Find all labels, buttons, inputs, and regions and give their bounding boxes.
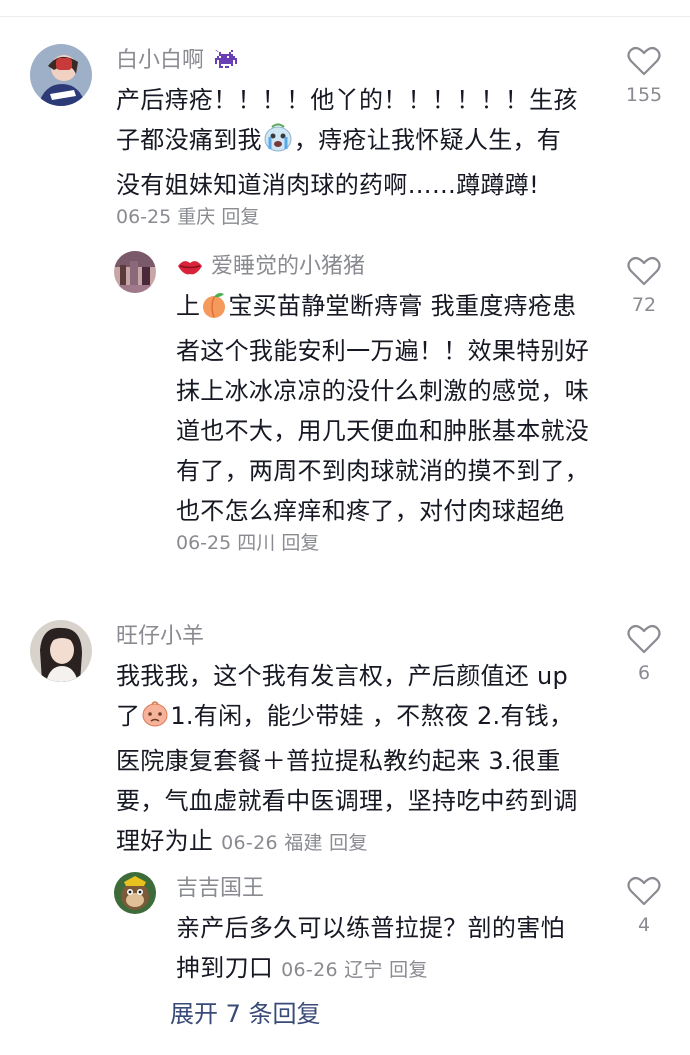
comment-line: 要，气血虚就看中医调理，坚持吃中药到调 xyxy=(116,787,578,815)
lips-icon xyxy=(176,256,204,287)
username[interactable]: 吉吉国王 xyxy=(176,874,264,904)
comment-text: 我我我，这个我有发言权，产后颜值还 up 了 1.有闲，能少带娃 ，不熬夜 2.有… xyxy=(116,656,606,863)
top-divider xyxy=(0,16,690,17)
comment-meta: 06-26 福建 回复 xyxy=(221,832,368,854)
like-count: 72 xyxy=(631,294,657,316)
reply-button[interactable]: 回复 xyxy=(221,206,259,228)
username-text[interactable]: 爱睡觉的小猪猪 xyxy=(211,254,365,279)
heart-outline-icon[interactable] xyxy=(627,624,661,654)
peach-icon xyxy=(200,291,228,331)
like-count: 155 xyxy=(625,84,663,106)
comment-date: 06-26 xyxy=(281,959,338,981)
like-button[interactable]: 72 xyxy=(614,256,674,318)
like-button[interactable]: 6 xyxy=(614,624,674,686)
comment-date: 06-25 xyxy=(176,532,232,554)
comment-fragment: 1.有闲，能少带娃 ，不熬夜 2.有钱， xyxy=(170,702,574,730)
comment-line: 者这个我能安利一万遍！！效果特别好 xyxy=(176,337,590,365)
comment-text: 亲产后多久可以练普拉提？剖的害怕 抻到刀口 06-26 辽宁 回复 xyxy=(176,908,616,990)
crying-face-icon xyxy=(262,123,294,165)
comment-line: 理好为止 06-26 福建 回复 xyxy=(116,821,606,863)
avatar[interactable] xyxy=(114,872,156,914)
like-count: 4 xyxy=(637,914,651,936)
comment-meta: 06-25 重庆 回复 xyxy=(116,202,259,229)
comment-line: 抻到刀口 06-26 辽宁 回复 xyxy=(176,948,616,990)
comment-text: 产后痔疮！！！！他丫的！！！！！！生孩 子都没痛到我 ，痔疮让我怀疑人生，有 没有… xyxy=(116,80,596,205)
comment-fragment: 子都没痛到我 xyxy=(116,126,262,154)
avatar[interactable] xyxy=(114,251,156,293)
comment-location: 福建 xyxy=(284,832,323,854)
username[interactable]: 旺仔小羊 xyxy=(116,622,204,652)
comment-fragment: 了 xyxy=(116,702,141,730)
comment-line: 没有姐妹知道消肉球的药啊……蹲蹲蹲! xyxy=(116,171,540,199)
comment-fragment: 理好为止 xyxy=(116,827,214,855)
comment-fragment: 抻到刀口 xyxy=(176,954,274,982)
heart-outline-icon[interactable] xyxy=(627,876,661,906)
avatar[interactable] xyxy=(30,44,92,106)
sad-face-icon xyxy=(140,699,170,741)
comment-line: 也不怎么痒痒和疼了，对付肉球超绝 xyxy=(176,497,565,525)
reply-button[interactable]: 回复 xyxy=(329,832,368,854)
username[interactable]: 白小白啊 xyxy=(116,46,238,81)
comment-line: 医院康复套餐＋普拉提私教约起来 3.很重 xyxy=(116,747,561,775)
comment-fragment: ，痔疮让我怀疑人生，有 xyxy=(293,126,562,154)
like-button[interactable]: 155 xyxy=(614,46,674,108)
comment-line: 道也不大，用几天便血和肿胀基本就没 xyxy=(176,417,590,445)
comment-text: 上宝买苗静堂断痔膏 我重度痔疮患 者这个我能安利一万遍！！效果特别好 抹上冰冰凉… xyxy=(176,286,616,531)
reply-button[interactable]: 回复 xyxy=(389,959,428,981)
like-count: 6 xyxy=(637,662,651,684)
comment-location: 重庆 xyxy=(177,206,216,228)
avatar[interactable] xyxy=(30,620,92,682)
heart-outline-icon[interactable] xyxy=(627,256,661,286)
comment-line: 子都没痛到我 ，痔疮让我怀疑人生，有 xyxy=(116,120,596,165)
comment-line: 我我我，这个我有发言权，产后颜值还 up xyxy=(116,662,569,690)
comment-location: 辽宁 xyxy=(344,959,383,981)
heart-outline-icon[interactable] xyxy=(627,46,661,76)
username-text[interactable]: 白小白啊 xyxy=(116,48,204,73)
comment-line: 产后痔疮！！！！他丫的！！！！！！生孩 xyxy=(116,86,578,114)
reply-button[interactable]: 回复 xyxy=(281,532,319,554)
comment-date: 06-25 xyxy=(116,206,172,228)
pixel-invader-icon xyxy=(211,50,238,81)
comment-meta: 06-25 四川 回复 xyxy=(176,528,319,555)
username[interactable]: 爱睡觉的小猪猪 xyxy=(176,252,365,287)
comment-line: 抹上冰冰凉凉的没什么刺激的感觉，味 xyxy=(176,377,590,405)
comment-fragment: 宝买苗静堂断痔膏 我重度痔疮患 xyxy=(228,292,577,320)
comment-meta: 06-26 辽宁 回复 xyxy=(281,959,428,981)
comment-line: 上宝买苗静堂断痔膏 我重度痔疮患 xyxy=(176,286,616,331)
like-button[interactable]: 4 xyxy=(614,876,674,938)
expand-replies-button[interactable]: 展开 7 条回复 xyxy=(170,996,321,1032)
comment-location: 四川 xyxy=(237,532,276,554)
comment-fragment: 上 xyxy=(176,292,201,320)
comment-line: 有了，两周不到肉球就消的摸不到了， xyxy=(176,457,590,485)
comment-line: 了 1.有闲，能少带娃 ，不熬夜 2.有钱， xyxy=(116,696,606,741)
comment-line: 亲产后多久可以练普拉提？剖的害怕 xyxy=(176,914,565,942)
comment-date: 06-26 xyxy=(221,832,278,854)
